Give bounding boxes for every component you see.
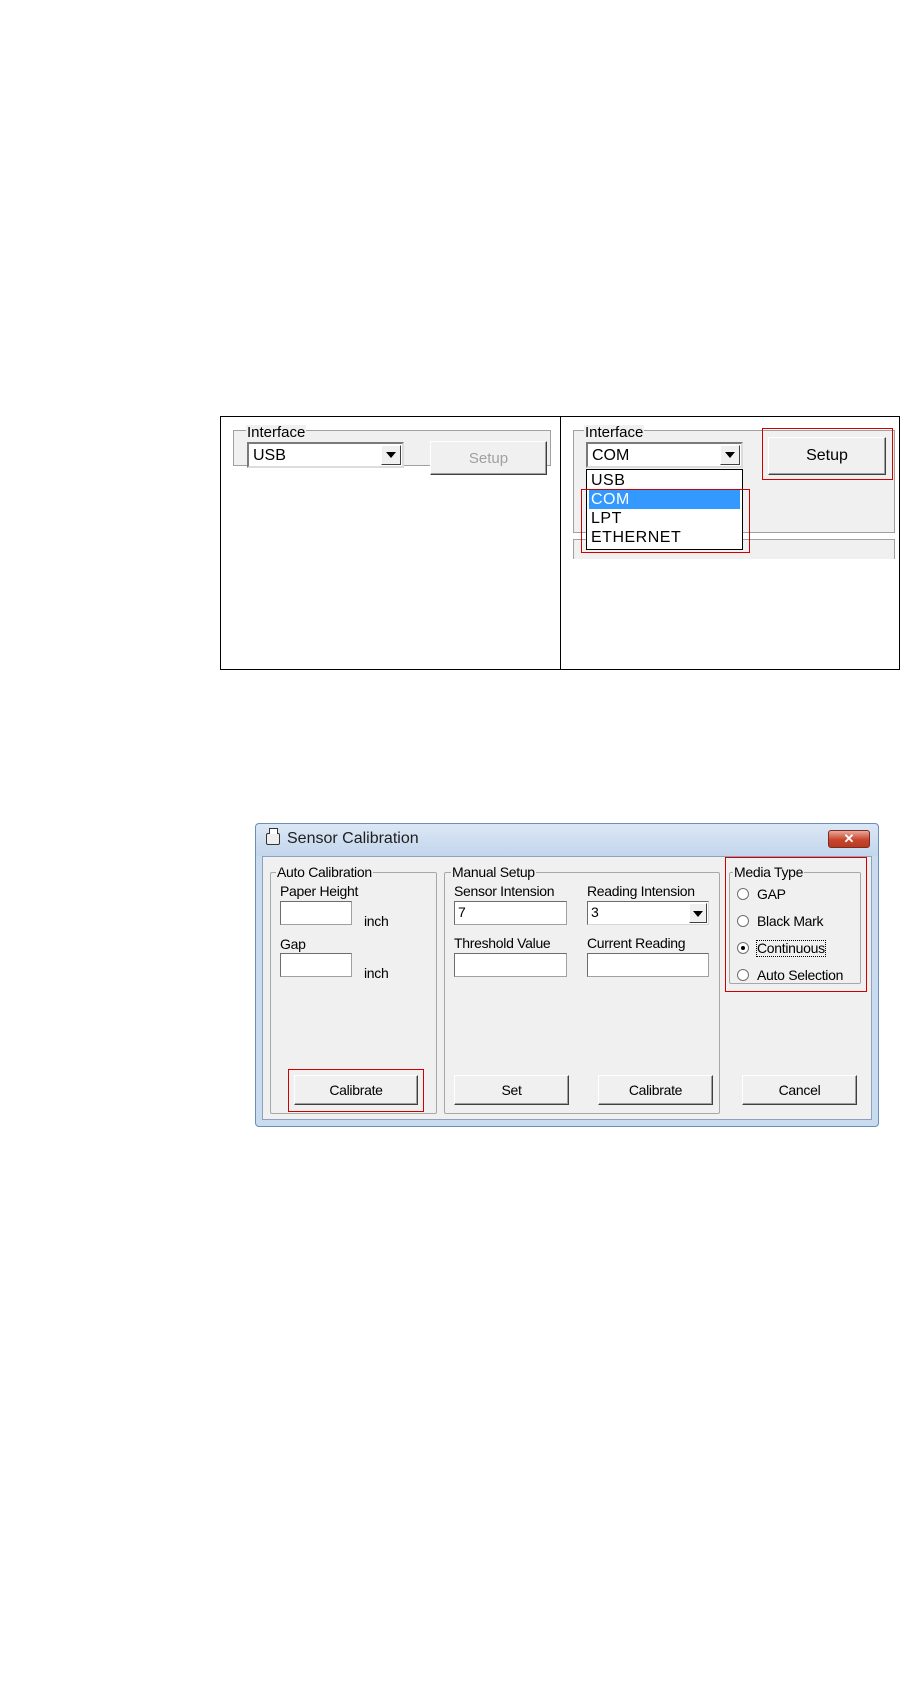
interface-com-cell: Interface COM Setup USB COM LPT ETHERNET — [560, 416, 900, 670]
auto-calibrate-highlight-box — [288, 1069, 424, 1112]
setup-button[interactable]: Setup — [430, 441, 547, 475]
interface-combo[interactable]: USB — [247, 442, 404, 468]
current-reading-input[interactable] — [587, 953, 709, 977]
manual-calibrate-button[interactable]: Calibrate — [598, 1075, 713, 1105]
chevron-down-icon[interactable] — [720, 445, 740, 465]
reading-intension-value: 3 — [591, 904, 599, 920]
gap-unit: inch — [364, 965, 389, 981]
interface-group-label: Interface — [584, 424, 645, 441]
threshold-value-input[interactable] — [454, 953, 567, 977]
set-button[interactable]: Set — [454, 1075, 569, 1105]
title-bar: Sensor Calibration ✕ — [256, 824, 878, 856]
interface-group-label: Interface — [246, 424, 307, 441]
paper-height-input[interactable] — [280, 901, 352, 925]
interface-combo-value: COM — [592, 447, 630, 464]
close-icon[interactable]: ✕ — [828, 830, 870, 848]
dialog-title: Sensor Calibration — [287, 830, 419, 847]
manual-setup-label: Manual Setup — [451, 864, 536, 880]
options-highlight-box — [581, 489, 750, 553]
interface-combo-value: USB — [253, 447, 286, 464]
dropdown-option-usb[interactable]: USB — [589, 471, 740, 490]
threshold-value-label: Threshold Value — [454, 935, 551, 951]
reading-intension-combo[interactable]: 3 — [587, 901, 709, 925]
gap-label: Gap — [280, 936, 306, 952]
sensor-intension-input[interactable]: 7 — [454, 901, 567, 925]
interface-usb-cell: Interface USB Setup — [220, 416, 561, 670]
auto-calibration-label: Auto Calibration — [276, 864, 373, 880]
current-reading-label: Current Reading — [587, 935, 686, 951]
interface-combo[interactable]: COM — [586, 442, 743, 468]
chevron-down-icon[interactable] — [689, 903, 707, 923]
paper-height-label: Paper Height — [280, 883, 359, 899]
sensor-intension-label: Sensor Intension — [454, 883, 555, 899]
reading-intension-label: Reading Intension — [587, 883, 695, 899]
printer-icon — [266, 828, 280, 845]
media-type-highlight-box — [725, 857, 867, 992]
gap-input[interactable] — [280, 953, 352, 977]
paper-height-unit: inch — [364, 913, 389, 929]
cancel-button[interactable]: Cancel — [742, 1075, 857, 1105]
chevron-down-icon[interactable] — [381, 445, 401, 465]
setup-highlight-box — [762, 428, 893, 480]
sensor-calibration-dialog: Sensor Calibration ✕ Auto Calibration Pa… — [255, 823, 879, 1127]
dialog-body: Auto Calibration Paper Height inch Gap i… — [262, 856, 872, 1120]
